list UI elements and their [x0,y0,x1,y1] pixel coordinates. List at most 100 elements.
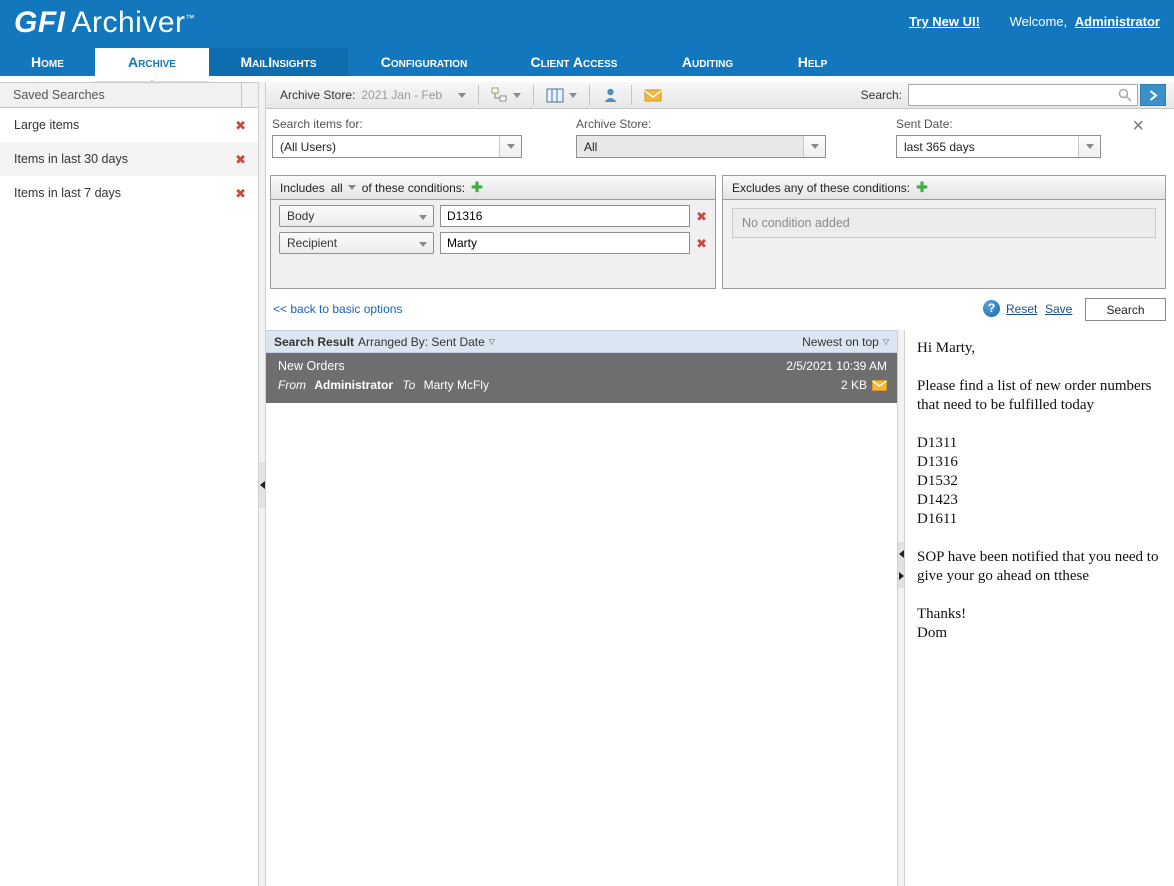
preview-splitter[interactable] [897,330,905,886]
sort-down-icon: ▽ [489,337,495,346]
brand-archiver: Archiver [72,6,186,39]
email-body-line: D1423 [917,491,1162,510]
hierarchy-view-icon [491,87,508,103]
no-condition-placeholder: No condition added [732,208,1156,238]
email-preview-pane: Hi Marty, Please find a list of new orde… [905,330,1174,886]
chevron-down-icon [803,136,825,157]
main-nav: Home Archive MailInsights Configuration … [0,48,1174,76]
chevron-right-icon [1149,90,1158,101]
sent-date-label: Sent Date: [896,117,1101,131]
tab-configuration[interactable]: Configuration [348,48,500,76]
reset-link[interactable]: Reset [1006,302,1037,316]
includes-panel-header: Includes all of these conditions: ✚ [271,176,715,200]
include-condition-row: Body ✖ [279,205,707,227]
remove-condition-icon[interactable]: ✖ [696,210,707,223]
chevron-down-icon [458,93,466,98]
tab-home[interactable]: Home [0,48,95,76]
welcome-text: Welcome, [1010,14,1068,29]
condition-value-input[interactable] [440,205,690,227]
archive-store-dropdown-button[interactable] [452,90,472,101]
envelope-icon [644,88,662,102]
search-result-header: Search Result Arranged By: Sent Date ▽ N… [266,330,897,353]
main-content: Archive Store: 2021 Jan - Feb [266,82,1174,886]
email-body-line: D1311 [917,434,1162,453]
search-items-for-label: Search items for: [272,117,522,131]
to-value: Marty McFly [424,378,489,392]
help-icon[interactable]: ? [983,300,1000,317]
close-advanced-search-icon[interactable]: × [1132,116,1144,136]
saved-search-last-30-days[interactable]: Items in last 30 days ✖ [0,142,258,176]
search-go-button[interactable] [1140,84,1166,106]
email-body-line [917,529,1162,548]
sidebar-splitter[interactable] [258,82,266,886]
email-body-line: Hi Marty, [917,339,1162,358]
sidebar-collapse-handle[interactable] [259,462,265,508]
includes-suffix: of these conditions: [362,181,465,195]
remove-condition-icon[interactable]: ✖ [696,237,707,250]
condition-field-select[interactable]: Body [279,205,434,227]
tab-client-access[interactable]: Client Access [500,48,648,76]
result-date: 2/5/2021 10:39 AM [786,359,887,373]
archive-store-filter: Archive Store: All [576,117,826,158]
toolbar-separator [478,85,479,105]
back-to-basic-options-link[interactable]: << back to basic options [273,302,402,316]
app-header: GFIArchiver™ Try New UI! Welcome, Admini… [0,0,1174,48]
person-icon [602,87,619,103]
chevron-down-icon [413,236,433,250]
tab-auditing[interactable]: Auditing [648,48,767,76]
saved-search-label: Items in last 30 days [14,152,235,166]
preview-collapse-handle[interactable] [898,542,904,588]
result-item-new-orders[interactable]: New Orders 2/5/2021 10:39 AM From Admini… [266,353,897,403]
brand-gfi: GFI [14,6,66,39]
sent-date-select[interactable]: last 365 days [896,135,1101,158]
search-label: Search: [861,88,902,102]
email-body-line: D1532 [917,472,1162,491]
result-subject: New Orders [278,359,786,373]
email-body-line: Please find a list of new order numbers … [917,377,1162,415]
condition-value-input[interactable] [440,232,690,254]
saved-searches-header: Saved Searches [0,82,258,108]
condition-field-value: Recipient [280,236,413,250]
to-label: To [402,378,415,392]
try-new-ui-link[interactable]: Try New UI! [909,14,980,29]
email-body-line: Dom [917,624,1162,643]
result-from-to: From Administrator To Marty McFly [278,378,841,392]
arranged-by-dropdown[interactable]: Arranged By: Sent Date ▽ [358,335,495,349]
archive-store-toolbar-label: Archive Store: [280,88,355,102]
archive-store-filter-label: Archive Store: [576,117,826,131]
delete-saved-search-icon[interactable]: ✖ [235,119,246,132]
saved-search-large-items[interactable]: Large items ✖ [0,108,258,142]
email-body-line: D1316 [917,453,1162,472]
search-button[interactable]: Search [1085,298,1166,321]
tab-archive[interactable]: Archive [95,48,209,76]
sort-order-label: Newest on top [802,335,879,349]
saved-searches-header-cell [241,83,258,107]
search-input[interactable] [908,84,1138,106]
folder-view-button[interactable] [485,84,527,106]
archive-store-select[interactable]: All [576,135,826,158]
column-layout-button[interactable] [540,85,583,106]
delete-saved-search-icon[interactable]: ✖ [235,187,246,200]
sort-order-dropdown[interactable]: Newest on top ▽ [802,335,889,349]
user-view-button[interactable] [596,84,625,106]
delete-saved-search-icon[interactable]: ✖ [235,153,246,166]
collapse-left-icon [260,481,265,489]
toolbar-separator [631,85,632,105]
chevron-down-icon [1078,136,1100,157]
search-items-for-select[interactable]: (All Users) [272,135,522,158]
gfi-archiver-logo: GFIArchiver™ [14,6,195,40]
add-include-condition-icon[interactable]: ✚ [471,179,483,196]
condition-field-select[interactable]: Recipient [279,232,434,254]
add-exclude-condition-icon[interactable]: ✚ [916,179,928,196]
mail-view-button[interactable] [638,85,668,105]
administrator-link[interactable]: Administrator [1075,14,1160,29]
from-value: Administrator [314,378,393,392]
tab-help[interactable]: Help [767,48,858,76]
includes-mode-dropdown[interactable]: all [331,181,356,195]
save-link[interactable]: Save [1045,302,1072,316]
result-size: 2 KB [841,378,867,392]
from-label: From [278,378,306,392]
tab-mailinsights[interactable]: MailInsights [209,48,348,76]
saved-search-last-7-days[interactable]: Items in last 7 days ✖ [0,176,258,210]
collapse-left-icon [899,550,904,558]
